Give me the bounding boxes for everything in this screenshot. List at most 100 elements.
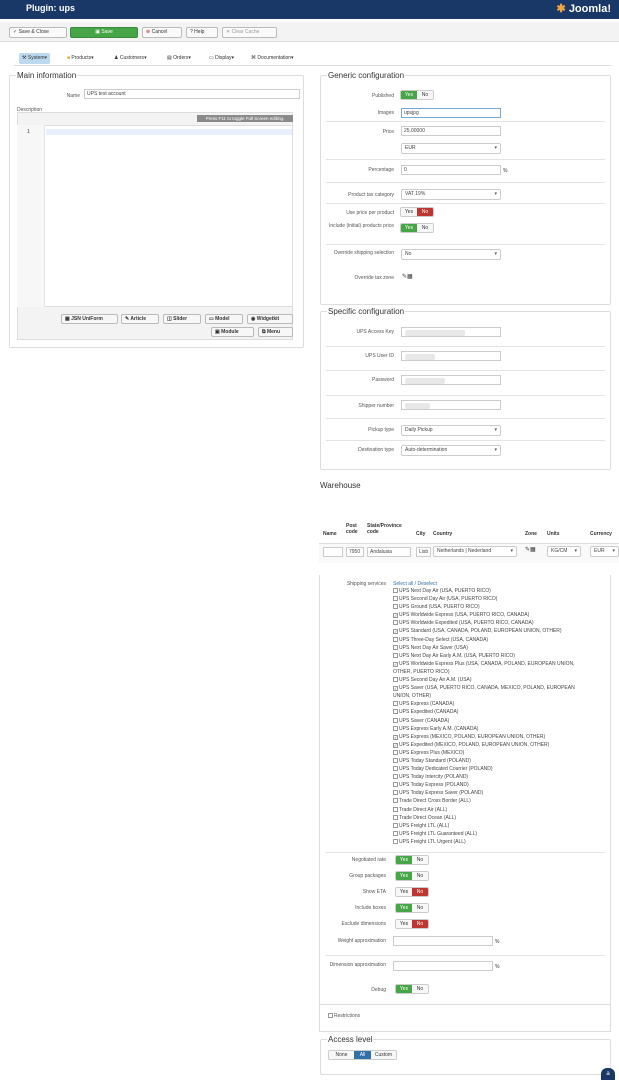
service-item[interactable]: UPS Worldwide Expedited (USA, PUERTO RIC… xyxy=(393,619,611,627)
service-item[interactable]: UPS Freight LTL Guaranteed (ALL) xyxy=(393,830,611,838)
warehouse-currency-select[interactable]: EUR ▾ xyxy=(590,546,619,557)
checkbox-icon[interactable] xyxy=(393,636,398,642)
service-item[interactable]: ✓ UPS Expedited (MEXICO, POLAND, EUROPEAN… xyxy=(393,741,611,749)
checkbox-icon[interactable]: ✓ xyxy=(393,686,398,692)
clear-cache-button[interactable]: ✕ Clear Cache xyxy=(222,27,277,38)
pickup-type-select[interactable]: Daily Pickup ▾ xyxy=(401,425,501,436)
published-toggle[interactable]: Yes No xyxy=(400,90,434,100)
menu-system[interactable]: ⚒ System▾ xyxy=(19,53,51,64)
warehouse-country-select[interactable]: Netherlands | Nederland ▾ xyxy=(433,546,517,557)
debug-toggle[interactable]: Yes No xyxy=(395,984,429,994)
override-shipping-select[interactable]: No ▾ xyxy=(401,249,501,260)
warehouse-state-field[interactable]: Andalusia xyxy=(367,547,411,557)
zone-edit-icon[interactable]: ✎▦ xyxy=(525,546,536,553)
show-eta-toggle[interactable]: Yes No xyxy=(395,887,429,897)
price-field[interactable]: 25.00000 xyxy=(401,126,501,136)
checkbox-icon[interactable]: ✓ xyxy=(393,734,398,740)
checkbox-icon[interactable] xyxy=(393,830,398,836)
menu-display[interactable]: ▭ Display▾ xyxy=(206,53,237,64)
checkbox-icon[interactable] xyxy=(393,749,398,755)
service-item[interactable]: UPS Today Express (POLAND) xyxy=(393,781,611,789)
password-field[interactable] xyxy=(401,375,501,385)
service-item[interactable]: UPS Today Express Saver (POLAND) xyxy=(393,789,611,797)
service-item[interactable]: Trade Direct Air (ALL) xyxy=(393,806,611,814)
checkbox-icon[interactable] xyxy=(393,701,398,707)
dimension-approx-field[interactable] xyxy=(393,961,493,971)
checkbox-icon[interactable] xyxy=(393,766,398,772)
menu-products[interactable]: ■ Products▾ xyxy=(64,53,97,64)
service-item[interactable]: UPS Second Day Air A.M. (USA) xyxy=(393,676,611,684)
service-item[interactable]: UPS Today Intercity (POLAND) xyxy=(393,773,611,781)
exclude-dimensions-toggle[interactable]: Yes No xyxy=(395,919,429,929)
checkbox-icon[interactable] xyxy=(393,790,398,796)
warehouse-units-select[interactable]: KG/CM ▾ xyxy=(547,546,581,557)
access-none[interactable]: None xyxy=(329,1051,354,1059)
widgetkit-button[interactable]: ◉ Widgetkit xyxy=(247,314,293,324)
checkbox-icon[interactable] xyxy=(393,709,398,715)
percentage-field[interactable]: 0 xyxy=(401,165,501,175)
menu-button[interactable]: ⧉ Menu xyxy=(258,327,293,337)
checkbox-icon[interactable]: ✓ xyxy=(393,742,398,748)
chat-icon[interactable]: a xyxy=(601,1068,615,1080)
checkbox-icon[interactable] xyxy=(393,652,398,658)
checkbox-icon[interactable] xyxy=(393,814,398,820)
warehouse-name-field[interactable] xyxy=(323,547,343,557)
service-item[interactable]: UPS Express (CANADA) xyxy=(393,700,611,708)
images-field[interactable]: upsjpg xyxy=(401,108,501,118)
checkbox-icon[interactable] xyxy=(393,822,398,828)
code-editor[interactable] xyxy=(17,125,293,307)
warehouse-postcode-field[interactable]: 7950 xyxy=(346,547,364,557)
service-item[interactable]: ✓ UPS Saver (USA, PUERTO RICO, CANADA, ME… xyxy=(393,684,611,692)
service-item[interactable]: ✓ UPS Express (MEXICO, POLAND, EUROPEAN U… xyxy=(393,733,611,741)
menu-customers[interactable]: ♟ Customers▾ xyxy=(111,53,150,64)
service-item[interactable]: ✓ UPS Worldwide Express Plus (USA, CANADA… xyxy=(393,660,611,668)
checkbox-icon[interactable] xyxy=(393,677,398,683)
service-item[interactable]: Trade Direct Cross Border (ALL) xyxy=(393,797,611,805)
checkbox-icon[interactable] xyxy=(393,596,398,602)
checkbox-icon[interactable] xyxy=(393,717,398,723)
shipper-number-field[interactable] xyxy=(401,400,501,410)
tax-category-select[interactable]: VAT 19% ▾ xyxy=(401,189,501,200)
module-button[interactable]: ▣ Module xyxy=(211,327,254,337)
service-item[interactable]: UNION, OTHER) xyxy=(393,692,611,700)
negotiated-rate-toggle[interactable]: Yes No xyxy=(395,855,429,865)
user-id-field[interactable] xyxy=(401,351,501,361)
destination-type-select[interactable]: Auto-determination ▾ xyxy=(401,445,501,456)
service-item[interactable]: UPS Ground (USA, PUERTO RICO) xyxy=(393,603,611,611)
checkbox-icon[interactable] xyxy=(393,798,398,804)
checkbox-icon[interactable] xyxy=(393,725,398,731)
save-button[interactable]: ▣ Save xyxy=(70,27,138,38)
menu-documentation[interactable]: ⌘ Documentation▾ xyxy=(248,53,297,64)
checkbox-icon[interactable]: ✓ xyxy=(393,629,398,635)
include-price-toggle[interactable]: Yes No xyxy=(400,223,434,233)
group-packages-toggle[interactable]: Yes No xyxy=(395,871,429,881)
checkbox-icon[interactable] xyxy=(393,757,398,763)
checkbox-icon[interactable] xyxy=(393,644,398,650)
weight-approx-field[interactable] xyxy=(393,936,493,946)
service-item[interactable]: UPS Next Day Air Early A.M. (USA, PUERTO… xyxy=(393,652,611,660)
checkbox-icon[interactable]: ✓ xyxy=(393,613,398,619)
save-close-button[interactable]: ✓ Save & Close xyxy=(9,27,67,38)
service-item[interactable]: UPS Express Plus (MEXICO) xyxy=(393,749,611,757)
service-item[interactable]: UPS Freight LTL Urgent (ALL) xyxy=(393,838,611,846)
checkbox-icon[interactable] xyxy=(393,782,398,788)
service-item[interactable]: ✓ UPS Standard (USA, CANADA, POLAND, EURO… xyxy=(393,627,611,635)
service-item[interactable]: UPS Next Day Air Saver (USA) xyxy=(393,644,611,652)
checkbox-icon[interactable] xyxy=(393,588,398,593)
access-custom[interactable]: Custom xyxy=(371,1051,396,1059)
service-item[interactable]: UPS Expedited (CANADA) xyxy=(393,708,611,716)
menu-orders[interactable]: ▤ Orders▾ xyxy=(164,53,194,64)
service-item[interactable]: UPS Next Day Air (USA, PUERTO RICO) xyxy=(393,587,611,595)
service-item[interactable]: UPS Second Day Air (USA, PUERTO RICO) xyxy=(393,595,611,603)
service-item[interactable]: UPS Freight LTL (ALL) xyxy=(393,822,611,830)
slider-button[interactable]: ◫ Slider xyxy=(163,314,201,324)
model-button[interactable]: ▭ Model xyxy=(205,314,243,324)
service-item[interactable]: UPS Today Dedicated Courrier (POLAND) xyxy=(393,765,611,773)
warehouse-city-field[interactable]: Lisb xyxy=(416,547,431,557)
help-button[interactable]: ? Help xyxy=(186,27,218,38)
service-item[interactable]: UPS Express Early A.M. (CANADA) xyxy=(393,725,611,733)
per-product-toggle[interactable]: Yes No xyxy=(400,207,434,217)
article-button[interactable]: ✎ Article xyxy=(121,314,159,324)
service-item[interactable]: ✓ UPS Worldwide Express (USA, PUERTO RICO… xyxy=(393,611,611,619)
name-field[interactable]: UPS test account xyxy=(84,89,300,99)
